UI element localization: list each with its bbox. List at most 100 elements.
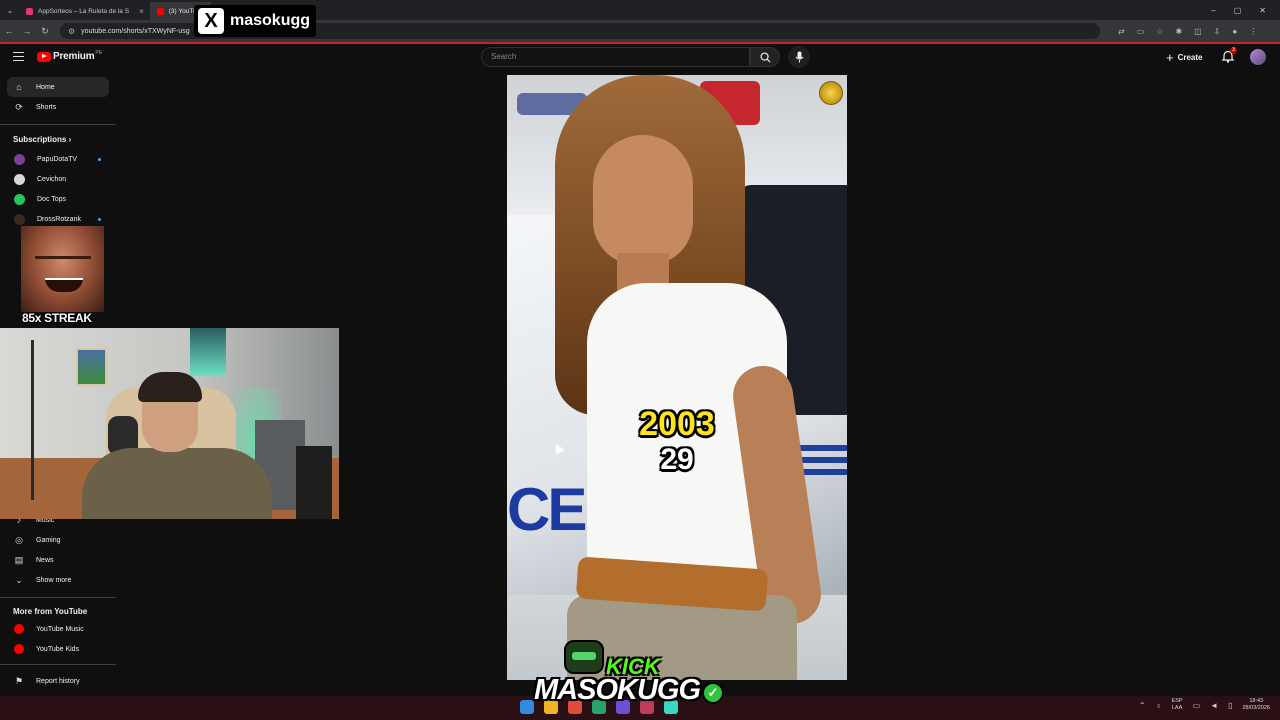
- search-icon: [759, 51, 771, 63]
- url-text: youtube.com/shorts/xTXWyNF-usg: [81, 27, 190, 35]
- clock-date: 28/03/2026: [1242, 705, 1270, 711]
- news-icon: ▤: [14, 554, 24, 565]
- downloads-icon[interactable]: ⇩: [1214, 27, 1221, 36]
- tab-appsorteos[interactable]: AppSorteos – La Ruleta de la S ×: [20, 2, 151, 20]
- search-button[interactable]: [750, 47, 780, 67]
- channel-avatar: [14, 193, 25, 205]
- sidebar-item-home[interactable]: ⌂ Home: [7, 77, 109, 97]
- create-button[interactable]: + Create: [1166, 48, 1203, 66]
- search-input[interactable]: Search: [481, 47, 750, 67]
- toolbar-actions: ⇄ ▭ ☆ ✱ ◫ ⇩ ● ⋮: [1118, 27, 1257, 36]
- sidebar-item-youtube-kids[interactable]: YouTube Kids: [7, 639, 109, 659]
- pc-tower: [296, 446, 332, 519]
- streamer-hair: [138, 372, 202, 402]
- site-info-icon[interactable]: ⚙: [68, 27, 75, 36]
- sidebar-item-label: Report history: [36, 677, 80, 685]
- clock-time: 18:43: [1249, 698, 1264, 704]
- menu-dots-icon[interactable]: ⋮: [1249, 27, 1257, 36]
- sidebar-item-label: News: [36, 556, 54, 564]
- language-indicator[interactable]: ESP LAA: [1172, 698, 1183, 712]
- clock[interactable]: 18:43 28/03/2026: [1242, 698, 1270, 712]
- battery-icon[interactable]: ▯: [1228, 701, 1232, 710]
- sidebar-divider: [0, 124, 116, 125]
- brand-label: Premium: [53, 51, 95, 62]
- maximize-icon[interactable]: ▢: [1234, 6, 1242, 15]
- minimize-icon[interactable]: –: [1211, 6, 1215, 15]
- streamer-webcam: [0, 328, 339, 519]
- back-icon[interactable]: ←: [0, 26, 18, 36]
- sidebar-item-papudotatv[interactable]: PapuDotaTV: [7, 149, 109, 169]
- subscriptions-title: Subscriptions: [13, 135, 67, 144]
- new-content-dot: [98, 217, 101, 221]
- channel-avatar: [14, 153, 25, 165]
- subscriptions-heading[interactable]: Subscriptions ›: [13, 135, 71, 144]
- youtube-premium-logo[interactable]: Premium PE: [37, 49, 103, 62]
- car-lettering: CE: [507, 476, 587, 543]
- plus-icon: +: [1166, 49, 1174, 65]
- sidebar-item-label: Gaming: [36, 536, 61, 544]
- sidebar-item-label: DrossRotzank: [37, 215, 81, 223]
- sidebar-item-youtube-music[interactable]: YouTube Music: [7, 619, 109, 639]
- bookmark-star-icon[interactable]: ☆: [1156, 27, 1163, 36]
- youtube-kids-icon: [14, 644, 24, 654]
- sidebar-item-label: Cevichon: [37, 175, 67, 183]
- notification-count-badge: 3: [1230, 47, 1237, 54]
- face-mouth: [45, 278, 83, 292]
- streak-reaction-image: [21, 226, 104, 312]
- voice-search-button[interactable]: [788, 46, 810, 68]
- browser-tab-strip: ⌄ AppSorteos – La Ruleta de la S × (3) Y…: [0, 0, 1280, 20]
- chevron-down-icon: ⌄: [15, 574, 23, 585]
- close-window-icon[interactable]: ✕: [1259, 6, 1266, 15]
- sidebar-item-report-history[interactable]: ⚑ Report history: [7, 671, 109, 691]
- volume-icon[interactable]: ◄: [1210, 701, 1218, 710]
- network-icon[interactable]: ▭: [1193, 701, 1201, 710]
- video-year-caption: 2003: [639, 405, 715, 443]
- guide-menu-icon[interactable]: [13, 52, 24, 61]
- tray-chevron-up-icon[interactable]: ⌃: [1139, 701, 1146, 710]
- sidebar-item-label: YouTube Music: [36, 625, 84, 633]
- microphone-icon: [795, 51, 803, 63]
- neon-light: [190, 328, 226, 376]
- system-tray: ⌃ ♁ ESP LAA ▭ ◄ ▯ 18:43 28/03/2026: [1139, 698, 1270, 712]
- tab-search-icon[interactable]: ⌄: [0, 6, 20, 15]
- microphone-tray-icon[interactable]: ♁: [1156, 701, 1162, 710]
- sidebar-item-shorts[interactable]: ⟳ Shorts: [7, 97, 109, 117]
- account-avatar[interactable]: [1250, 49, 1266, 65]
- appsorteos-favicon-icon: [26, 7, 33, 15]
- channel-avatar: [14, 173, 25, 185]
- reload-icon[interactable]: ↻: [36, 26, 54, 37]
- x-logo-icon: X: [198, 8, 224, 34]
- floor-lamp: [31, 340, 34, 500]
- sidebar-item-gaming[interactable]: ◎ Gaming: [7, 530, 109, 550]
- translate-icon[interactable]: ⇄: [1118, 27, 1125, 36]
- gaming-icon: ◎: [15, 534, 23, 545]
- close-tab-icon[interactable]: ×: [139, 7, 144, 16]
- sidebar-show-more[interactable]: ⌄ Show more: [7, 570, 109, 590]
- more-from-youtube-heading: More from YouTube: [13, 607, 88, 616]
- sidepanel-icon[interactable]: ◫: [1194, 27, 1202, 36]
- youtube-masthead: Premium PE Search + Create 3: [0, 44, 1280, 70]
- kick-streamer-badge: KICK MASOKUGG ✓: [532, 636, 732, 716]
- face-eyes: [35, 256, 91, 264]
- shorts-video-player[interactable]: CE 2003 29: [507, 75, 847, 680]
- sidebar-divider: [0, 664, 116, 665]
- sidebar-item-doc-tops[interactable]: Doc Tops: [7, 189, 109, 209]
- kick-username: MASOKUGG: [534, 674, 701, 706]
- forward-icon[interactable]: →: [18, 26, 36, 36]
- country-code: PE: [95, 49, 103, 56]
- streak-label: 85x STREAK: [22, 311, 92, 325]
- cast-icon[interactable]: ▭: [1137, 27, 1145, 36]
- sidebar-item-label: Show more: [36, 576, 72, 584]
- window-controls: – ▢ ✕: [1211, 6, 1280, 15]
- sidebar-divider: [0, 597, 116, 598]
- sidebar-item-label: YouTube Kids: [36, 645, 80, 653]
- streamer-body: [82, 448, 272, 519]
- sidebar-item-cevichon[interactable]: Cevichon: [7, 169, 109, 189]
- youtube-play-icon: [37, 51, 51, 62]
- youtube-favicon-icon: [156, 7, 164, 15]
- home-icon: ⌂: [16, 82, 22, 92]
- sidebar-item-news[interactable]: ▤ News: [7, 550, 109, 570]
- extensions-icon[interactable]: ✱: [1175, 27, 1182, 36]
- sidebar-item-label: Home: [36, 83, 55, 91]
- profile-icon[interactable]: ●: [1232, 27, 1237, 36]
